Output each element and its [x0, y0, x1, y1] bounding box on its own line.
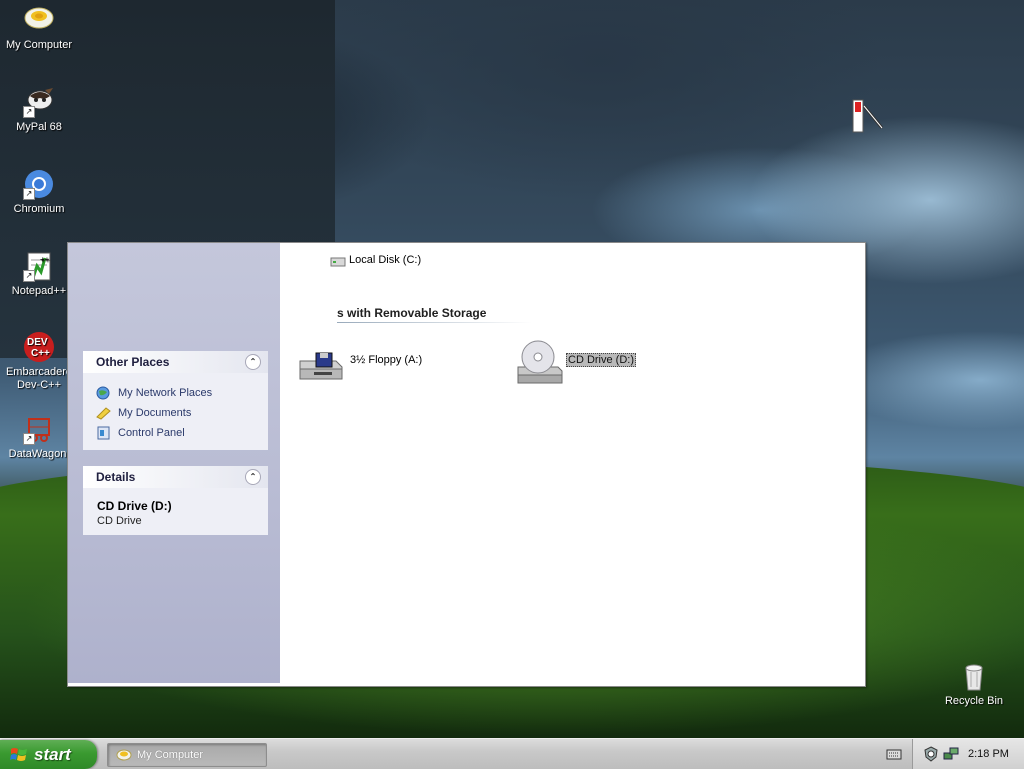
collapse-icon[interactable]: ⌃ — [245, 469, 261, 485]
hard-disk-icon — [330, 257, 346, 267]
recycle-bin-icon — [958, 660, 990, 692]
other-places-header[interactable]: Other Places ⌃ — [83, 351, 268, 373]
desktop-icon-mypal[interactable]: ↗ MyPal 68 — [0, 86, 78, 134]
details-title: Details — [96, 470, 136, 484]
network-connection-icon[interactable] — [943, 746, 959, 762]
place-label: My Network Places — [118, 387, 213, 399]
shortcut-arrow-icon: ↗ — [23, 106, 35, 118]
place-my-documents[interactable]: My Documents — [83, 403, 268, 423]
taskbar: start My Computer 2:18 PM — [0, 738, 1024, 769]
task-pane: Other Places ⌃ My Network Places My Docu… — [68, 243, 280, 683]
my-computer-icon — [116, 749, 132, 761]
svg-text:DEV: DEV — [27, 337, 48, 348]
system-tray: 2:18 PM — [912, 739, 1024, 769]
control-panel-icon — [97, 426, 110, 440]
other-places-panel: Other Places ⌃ My Network Places My Docu… — [83, 351, 268, 450]
details-panel: Details ⌃ CD Drive (D:) CD Drive — [83, 466, 268, 535]
details-item-name: CD Drive (D:) — [97, 499, 172, 513]
shortcut-arrow-icon: ↗ — [23, 270, 35, 282]
desktop-icon-label: Recycle Bin — [944, 695, 1004, 707]
shortcut-arrow-icon: ↗ — [23, 433, 35, 445]
place-my-network-places[interactable]: My Network Places — [83, 383, 268, 403]
svg-text:++: ++ — [40, 255, 50, 264]
desktop-icon-my-computer[interactable]: My Computer — [0, 4, 78, 52]
floppy-drive-icon — [299, 352, 343, 380]
taskbar-button-label: My Computer — [137, 749, 204, 761]
clock[interactable]: 2:18 PM — [968, 739, 1009, 769]
start-button[interactable]: start — [0, 740, 97, 769]
section-removable-storage: s with Removable Storage — [337, 306, 487, 320]
collapse-icon[interactable]: ⌃ — [245, 354, 261, 370]
my-documents-icon — [96, 407, 111, 420]
notepad-plus-plus-icon: ++ ↗ — [23, 250, 55, 282]
desktop-icon-label: My Computer — [5, 39, 73, 51]
place-label: My Documents — [118, 407, 192, 419]
desktop-icon-label: MyPal 68 — [16, 121, 62, 133]
keyboard-icon[interactable] — [886, 748, 902, 760]
desktop-icon-label: Chromium — [13, 203, 65, 215]
network-places-icon — [96, 386, 110, 400]
start-label: start — [34, 745, 71, 764]
windows-flag-icon — [10, 748, 27, 761]
drive-label: Local Disk (C:) — [349, 254, 422, 266]
security-shield-icon[interactable] — [923, 746, 939, 762]
section-divider — [337, 322, 532, 323]
explorer-window[interactable]: Other Places ⌃ My Network Places My Docu… — [67, 242, 866, 687]
details-header[interactable]: Details ⌃ — [83, 466, 268, 488]
other-places-title: Other Places — [96, 355, 170, 369]
place-control-panel[interactable]: Control Panel — [83, 423, 268, 443]
cd-drive-icon — [517, 340, 563, 384]
shortcut-arrow-icon: ↗ — [23, 188, 35, 200]
cursor-icon — [852, 99, 884, 133]
desktop-icon-recycle-bin[interactable]: Recycle Bin — [935, 660, 1013, 708]
place-label: Control Panel — [118, 427, 185, 439]
drive-label: CD Drive (D:) — [566, 353, 636, 367]
taskbar-button-my-computer[interactable]: My Computer — [107, 743, 267, 767]
mypal-icon: ↗ — [23, 86, 55, 118]
desktop-icon-chromium[interactable]: ↗ Chromium — [0, 168, 78, 216]
devcpp-icon: DEV C++ — [23, 331, 55, 363]
details-item-type: CD Drive — [97, 515, 142, 527]
drive-label: 3½ Floppy (A:) — [350, 354, 423, 366]
my-computer-icon — [23, 4, 55, 36]
datawagon-icon: ↗ — [23, 413, 55, 445]
svg-text:C++: C++ — [31, 348, 50, 359]
chromium-icon: ↗ — [23, 168, 55, 200]
